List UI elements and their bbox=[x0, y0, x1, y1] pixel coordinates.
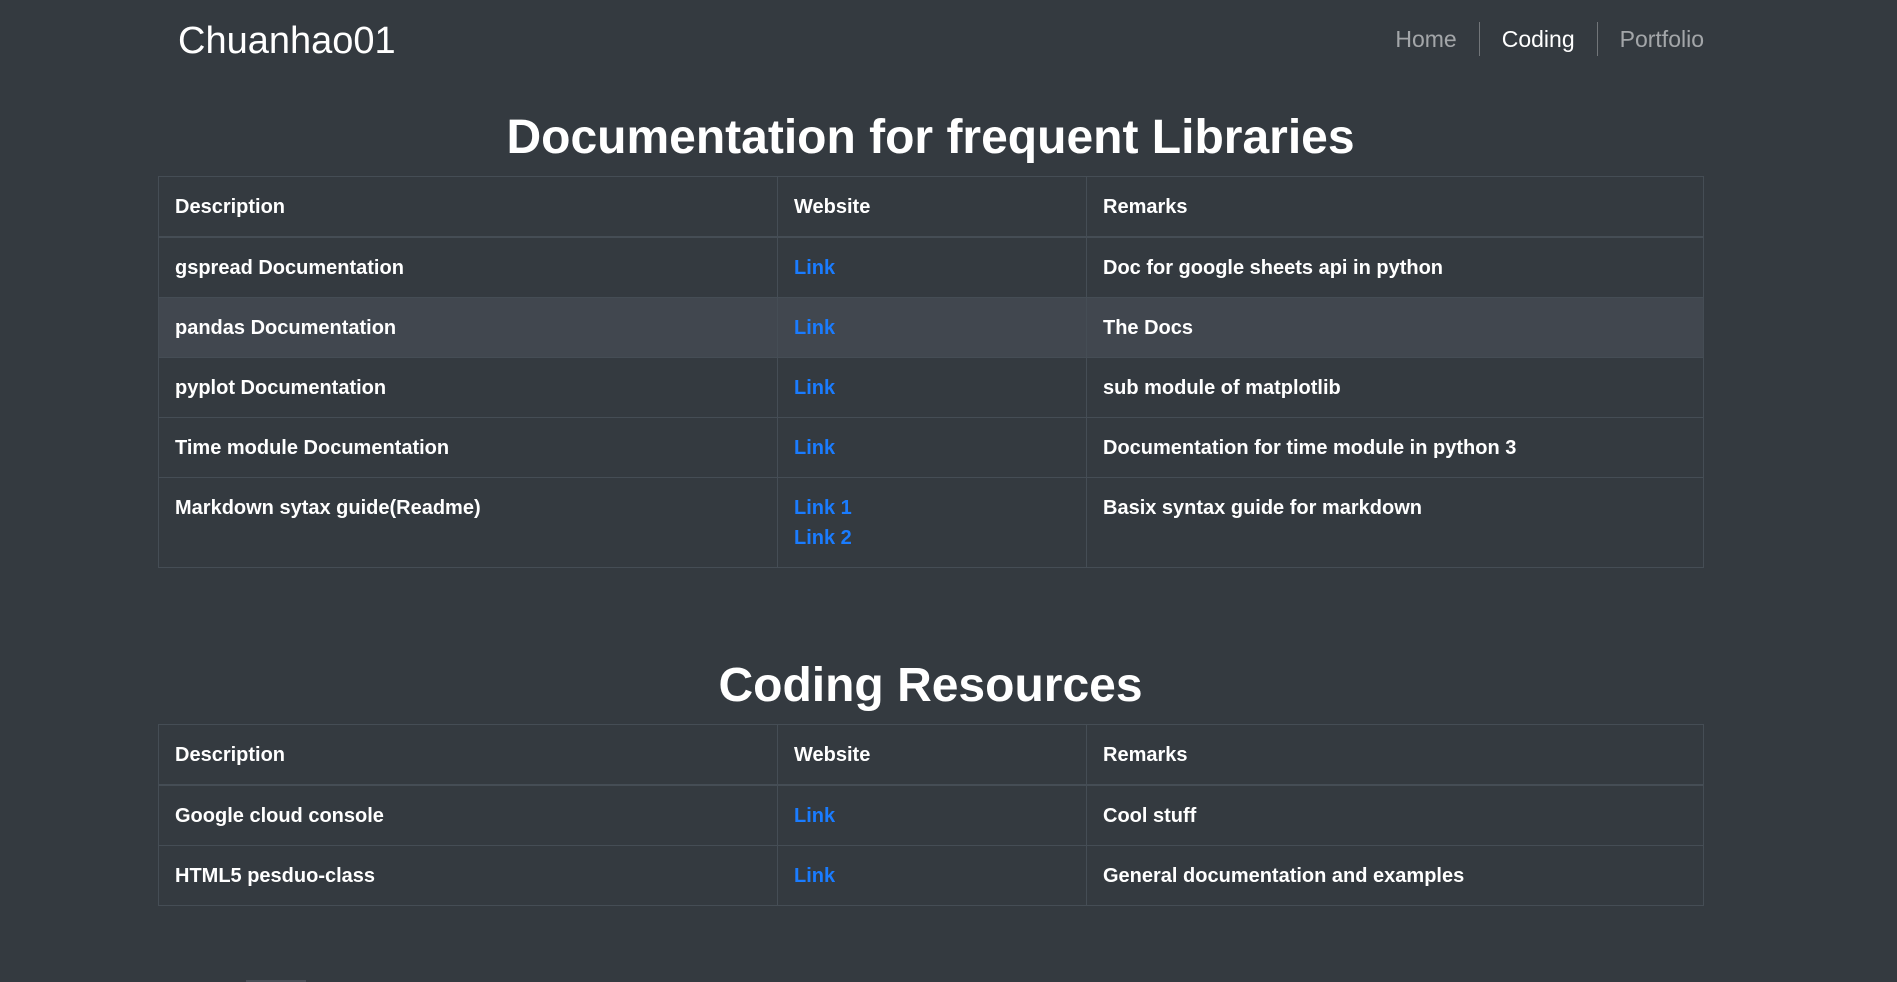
coding-resources-table: Description Website Remarks Google cloud… bbox=[158, 724, 1704, 906]
row-website: Link bbox=[777, 784, 1087, 846]
website-link-1[interactable]: Link 1 bbox=[794, 493, 1070, 523]
row-remarks: Documentation for time module in python … bbox=[1086, 417, 1704, 478]
table-row: pandas Documentation Link The Docs bbox=[158, 297, 1704, 358]
row-description: gspread Documentation bbox=[158, 236, 778, 298]
column-header-remarks: Remarks bbox=[1086, 724, 1704, 786]
website-link[interactable]: Link bbox=[794, 433, 1070, 463]
website-link[interactable]: Link bbox=[794, 253, 1070, 283]
row-description: HTML5 pesduo-class bbox=[158, 845, 778, 906]
table-row: Markdown sytax guide(Readme) Link 1 Link… bbox=[158, 477, 1704, 568]
column-header-website: Website bbox=[777, 176, 1087, 238]
website-link-2[interactable]: Link 2 bbox=[794, 523, 1070, 553]
row-website: Link bbox=[777, 357, 1087, 418]
column-header-website: Website bbox=[777, 724, 1087, 786]
row-remarks: General documentation and examples bbox=[1086, 845, 1704, 906]
row-website: Link bbox=[777, 297, 1087, 358]
column-header-description: Description bbox=[158, 724, 778, 786]
brand-logo[interactable]: Chuanhao01 bbox=[178, 18, 396, 64]
website-link[interactable]: Link bbox=[794, 801, 1070, 831]
table-row: gspread Documentation Link Doc for googl… bbox=[158, 236, 1704, 298]
row-website: Link 1 Link 2 bbox=[777, 477, 1087, 568]
table-header-row: Description Website Remarks bbox=[158, 176, 1704, 238]
website-link[interactable]: Link bbox=[794, 373, 1070, 403]
documentation-table: Description Website Remarks gspread Docu… bbox=[158, 176, 1704, 568]
nav-link-coding[interactable]: Coding bbox=[1480, 20, 1597, 58]
row-remarks: Cool stuff bbox=[1086, 784, 1704, 846]
table-header-row: Description Website Remarks bbox=[158, 724, 1704, 786]
row-description: Markdown sytax guide(Readme) bbox=[158, 477, 778, 568]
section-title-coding-resources: Coding Resources bbox=[718, 659, 1143, 712]
table-row: pyplot Documentation Link sub module of … bbox=[158, 357, 1704, 418]
website-link[interactable]: Link bbox=[794, 861, 1070, 891]
row-website: Link bbox=[777, 845, 1087, 906]
nav-link-home[interactable]: Home bbox=[1373, 20, 1478, 58]
nav-links: Home Coding Portfolio bbox=[1373, 20, 1704, 58]
nav-link-portfolio[interactable]: Portfolio bbox=[1598, 20, 1704, 58]
table-row: Time module Documentation Link Documenta… bbox=[158, 417, 1704, 478]
navbar: Chuanhao01 Home Coding Portfolio bbox=[0, 0, 1897, 80]
row-description: pyplot Documentation bbox=[158, 357, 778, 418]
row-description: Google cloud console bbox=[158, 784, 778, 846]
row-remarks: Doc for google sheets api in python bbox=[1086, 236, 1704, 298]
column-header-remarks: Remarks bbox=[1086, 176, 1704, 238]
row-website: Link bbox=[777, 417, 1087, 478]
row-remarks: The Docs bbox=[1086, 297, 1704, 358]
table-row: Google cloud console Link Cool stuff bbox=[158, 784, 1704, 846]
website-link[interactable]: Link bbox=[794, 313, 1070, 343]
row-remarks: Basix syntax guide for markdown bbox=[1086, 477, 1704, 568]
column-header-description: Description bbox=[158, 176, 778, 238]
section-title-documentation: Documentation for frequent Libraries bbox=[506, 111, 1355, 164]
row-website: Link bbox=[777, 236, 1087, 298]
row-remarks: sub module of matplotlib bbox=[1086, 357, 1704, 418]
table-row: HTML5 pesduo-class Link General document… bbox=[158, 845, 1704, 906]
row-description: pandas Documentation bbox=[158, 297, 778, 358]
row-description: Time module Documentation bbox=[158, 417, 778, 478]
